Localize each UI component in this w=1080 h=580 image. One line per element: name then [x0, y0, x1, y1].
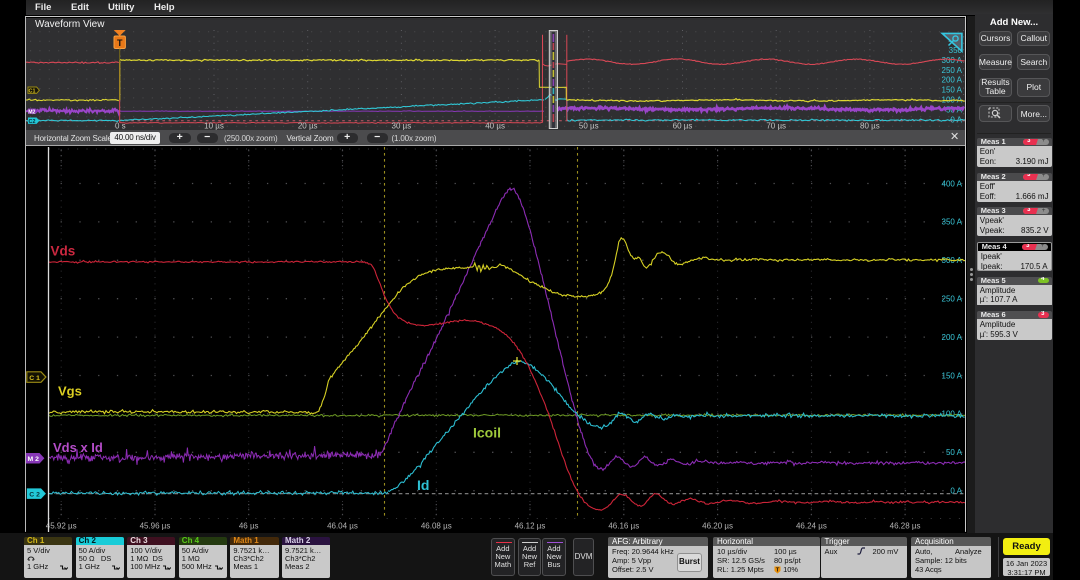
svg-text:C 1: C 1 [29, 375, 40, 382]
svg-text:46.24 µs: 46.24 µs [796, 522, 827, 531]
svg-text:M 2: M 2 [28, 456, 40, 463]
svg-text:60 µs: 60 µs [673, 122, 693, 131]
svg-text:46.20 µs: 46.20 µs [702, 522, 733, 531]
svg-text:C1: C1 [29, 89, 36, 95]
svg-text:350 A: 350 A [942, 218, 963, 227]
svg-text:50 A: 50 A [946, 448, 963, 457]
svg-text:100 A: 100 A [942, 410, 963, 419]
svg-text:250 A: 250 A [942, 66, 963, 75]
svg-text:40 µs: 40 µs [485, 122, 505, 131]
svg-text:46.04 µs: 46.04 µs [327, 522, 358, 531]
svg-text:46.12 µs: 46.12 µs [515, 522, 546, 531]
svg-text:46.08 µs: 46.08 µs [421, 522, 452, 531]
svg-text:45.96 µs: 45.96 µs [140, 522, 171, 531]
svg-text:400 A: 400 A [942, 179, 963, 188]
svg-text:Vgs: Vgs [58, 384, 82, 399]
svg-text:200 A: 200 A [942, 76, 963, 85]
svg-text:200 A: 200 A [942, 333, 963, 342]
svg-text:10 µs: 10 µs [204, 122, 224, 131]
svg-text:C2: C2 [29, 119, 36, 125]
svg-text:46.16 µs: 46.16 µs [608, 522, 639, 531]
svg-text:C 2: C 2 [29, 491, 40, 498]
svg-text:30 µs: 30 µs [392, 122, 412, 131]
svg-text:0 A: 0 A [950, 487, 962, 496]
svg-text:20 µs: 20 µs [298, 122, 318, 131]
svg-text:150 A: 150 A [942, 86, 963, 95]
svg-text:150 A: 150 A [942, 371, 963, 380]
svg-text:M2: M2 [28, 109, 35, 115]
svg-text:250 A: 250 A [942, 295, 963, 304]
svg-text:45.92 µs: 45.92 µs [46, 522, 77, 531]
svg-text:46 µs: 46 µs [239, 522, 259, 531]
svg-text:Icoil: Icoil [473, 425, 501, 441]
svg-text:Vds: Vds [51, 244, 76, 259]
svg-text:50 µs: 50 µs [579, 122, 599, 131]
svg-text:Vds x Id: Vds x Id [53, 440, 103, 455]
svg-text:46.28 µs: 46.28 µs [890, 522, 921, 531]
svg-text:Id: Id [417, 477, 429, 493]
svg-text:80 µs: 80 µs [860, 122, 880, 131]
svg-text:70 µs: 70 µs [766, 122, 786, 131]
svg-text:T: T [117, 38, 123, 48]
svg-text:0 s: 0 s [115, 122, 126, 131]
